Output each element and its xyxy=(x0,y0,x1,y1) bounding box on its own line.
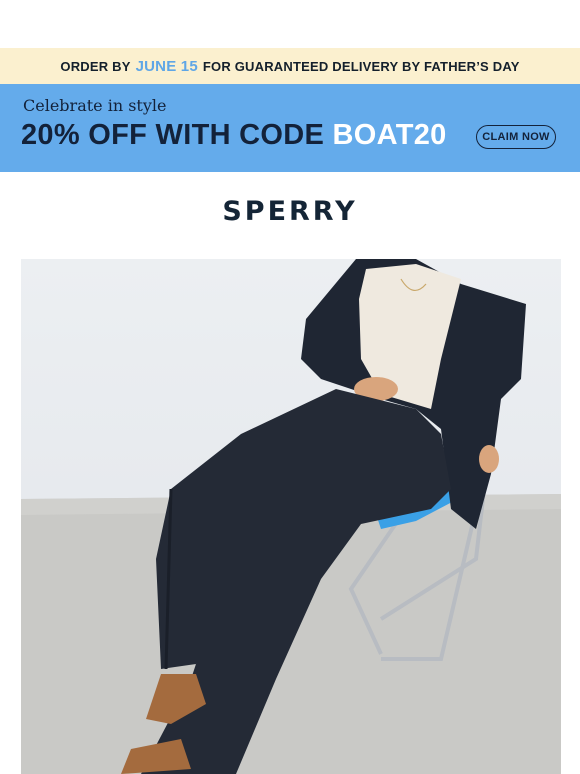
promo-kicker: Celebrate in style xyxy=(23,96,167,115)
shipping-date: JUNE 15 xyxy=(135,57,198,75)
promo-banner[interactable]: Celebrate in style 20% OFF WITH CODE BOA… xyxy=(0,84,580,172)
brand-logo[interactable]: SPERRY xyxy=(0,196,580,227)
hero-illustration xyxy=(21,259,561,774)
promo-code: BOAT20 xyxy=(332,119,447,151)
email-top-spacing xyxy=(0,0,580,48)
claim-now-button[interactable]: CLAIM NOW xyxy=(476,125,556,149)
shipping-prefix: ORDER BY xyxy=(60,58,131,74)
hand-right xyxy=(479,445,499,473)
shipping-deadline-banner[interactable]: ORDER BY JUNE 15 FOR GUARANTEED DELIVERY… xyxy=(0,48,580,84)
hero-image[interactable] xyxy=(21,259,561,774)
shipping-suffix: FOR GUARANTEED DELIVERY BY FATHER’S DAY xyxy=(202,58,520,74)
promo-headline: 20% OFF WITH CODE BOAT20 xyxy=(21,119,447,152)
promo-headline-text: 20% OFF WITH CODE xyxy=(21,119,325,151)
